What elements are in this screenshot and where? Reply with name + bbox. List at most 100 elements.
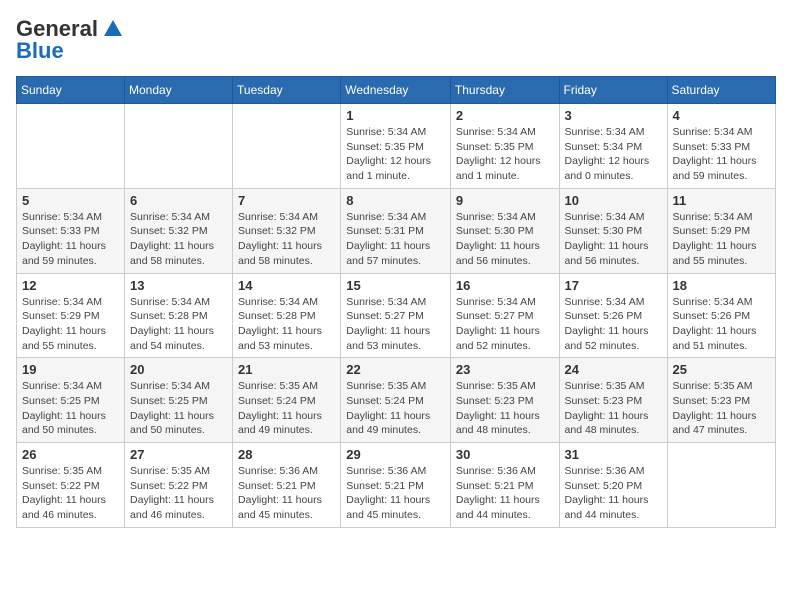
day-number: 19 (22, 362, 119, 377)
day-info: Sunrise: 5:35 AM Sunset: 5:23 PM Dayligh… (456, 379, 554, 438)
calendar-cell: 27 Sunrise: 5:35 AM Sunset: 5:22 PM Dayli… (125, 443, 233, 528)
calendar-cell: 12 Sunrise: 5:34 AM Sunset: 5:29 PM Dayli… (17, 273, 125, 358)
day-number: 28 (238, 447, 335, 462)
calendar-table: SundayMondayTuesdayWednesdayThursdayFrid… (16, 76, 776, 528)
day-number: 26 (22, 447, 119, 462)
day-info: Sunrise: 5:36 AM Sunset: 5:21 PM Dayligh… (238, 464, 335, 523)
calendar-cell: 16 Sunrise: 5:34 AM Sunset: 5:27 PM Dayli… (450, 273, 559, 358)
calendar-weekday-header: Thursday (450, 77, 559, 104)
day-number: 16 (456, 278, 554, 293)
day-number: 25 (673, 362, 770, 377)
day-number: 31 (565, 447, 662, 462)
day-info: Sunrise: 5:34 AM Sunset: 5:27 PM Dayligh… (346, 295, 445, 354)
calendar-cell: 5 Sunrise: 5:34 AM Sunset: 5:33 PM Daylig… (17, 188, 125, 273)
day-info: Sunrise: 5:34 AM Sunset: 5:29 PM Dayligh… (22, 295, 119, 354)
day-number: 17 (565, 278, 662, 293)
calendar-cell: 18 Sunrise: 5:34 AM Sunset: 5:26 PM Dayli… (667, 273, 775, 358)
day-number: 1 (346, 108, 445, 123)
calendar-cell: 14Sunrise: 5:34 AM Sunset: 5:28 PM Dayli… (233, 273, 341, 358)
day-number: 30 (456, 447, 554, 462)
day-info: Sunrise: 5:35 AM Sunset: 5:23 PM Dayligh… (565, 379, 662, 438)
day-info: Sunrise: 5:36 AM Sunset: 5:20 PM Dayligh… (565, 464, 662, 523)
day-info: Sunrise: 5:34 AM Sunset: 5:33 PM Dayligh… (22, 210, 119, 269)
day-info: Sunrise: 5:35 AM Sunset: 5:24 PM Dayligh… (238, 379, 335, 438)
day-number: 20 (130, 362, 227, 377)
calendar-cell: 25 Sunrise: 5:35 AM Sunset: 5:23 PM Dayli… (667, 358, 775, 443)
day-number: 29 (346, 447, 445, 462)
calendar-week-row: 1 Sunrise: 5:34 AM Sunset: 5:35 PM Daylig… (17, 104, 776, 189)
day-number: 3 (565, 108, 662, 123)
calendar-cell: 13 Sunrise: 5:34 AM Sunset: 5:28 PM Dayli… (125, 273, 233, 358)
day-info: Sunrise: 5:34 AM Sunset: 5:35 PM Dayligh… (346, 125, 445, 184)
calendar-weekday-header: Friday (559, 77, 667, 104)
calendar-cell: 21 Sunrise: 5:35 AM Sunset: 5:24 PM Dayli… (233, 358, 341, 443)
day-number: 14 (238, 278, 335, 293)
day-info: Sunrise: 5:34 AM Sunset: 5:30 PM Dayligh… (565, 210, 662, 269)
day-info: Sunrise: 5:34 AM Sunset: 5:29 PM Dayligh… (673, 210, 770, 269)
day-number: 8 (346, 193, 445, 208)
calendar-weekday-header: Saturday (667, 77, 775, 104)
calendar-header-row: SundayMondayTuesdayWednesdayThursdayFrid… (17, 77, 776, 104)
day-number: 4 (673, 108, 770, 123)
logo: General Blue (16, 16, 124, 64)
calendar-cell: 11 Sunrise: 5:34 AM Sunset: 5:29 PM Dayli… (667, 188, 775, 273)
calendar-cell: 24 Sunrise: 5:35 AM Sunset: 5:23 PM Dayli… (559, 358, 667, 443)
calendar-cell: 2 Sunrise: 5:34 AM Sunset: 5:35 PM Daylig… (450, 104, 559, 189)
logo-icon (102, 18, 124, 40)
calendar-week-row: 26 Sunrise: 5:35 AM Sunset: 5:22 PM Dayli… (17, 443, 776, 528)
calendar-cell: 6 Sunrise: 5:34 AM Sunset: 5:32 PM Daylig… (125, 188, 233, 273)
calendar-week-row: 5 Sunrise: 5:34 AM Sunset: 5:33 PM Daylig… (17, 188, 776, 273)
day-number: 12 (22, 278, 119, 293)
calendar-cell: 19 Sunrise: 5:34 AM Sunset: 5:25 PM Dayli… (17, 358, 125, 443)
day-number: 24 (565, 362, 662, 377)
day-number: 23 (456, 362, 554, 377)
day-number: 22 (346, 362, 445, 377)
day-info: Sunrise: 5:36 AM Sunset: 5:21 PM Dayligh… (346, 464, 445, 523)
day-info: Sunrise: 5:36 AM Sunset: 5:21 PM Dayligh… (456, 464, 554, 523)
day-number: 27 (130, 447, 227, 462)
calendar-cell: 4 Sunrise: 5:34 AM Sunset: 5:33 PM Daylig… (667, 104, 775, 189)
day-number: 11 (673, 193, 770, 208)
day-number: 5 (22, 193, 119, 208)
day-info: Sunrise: 5:35 AM Sunset: 5:23 PM Dayligh… (673, 379, 770, 438)
day-info: Sunrise: 5:34 AM Sunset: 5:35 PM Dayligh… (456, 125, 554, 184)
day-info: Sunrise: 5:34 AM Sunset: 5:27 PM Dayligh… (456, 295, 554, 354)
day-info: Sunrise: 5:34 AM Sunset: 5:34 PM Dayligh… (565, 125, 662, 184)
day-info: Sunrise: 5:34 AM Sunset: 5:30 PM Dayligh… (456, 210, 554, 269)
day-number: 15 (346, 278, 445, 293)
calendar-cell: 30 Sunrise: 5:36 AM Sunset: 5:21 PM Dayli… (450, 443, 559, 528)
calendar-weekday-header: Tuesday (233, 77, 341, 104)
calendar-cell (233, 104, 341, 189)
day-number: 21 (238, 362, 335, 377)
day-info: Sunrise: 5:34 AM Sunset: 5:25 PM Dayligh… (130, 379, 227, 438)
calendar-cell (667, 443, 775, 528)
day-number: 18 (673, 278, 770, 293)
calendar-cell: 29 Sunrise: 5:36 AM Sunset: 5:21 PM Dayli… (341, 443, 451, 528)
day-info: Sunrise: 5:34 AM Sunset: 5:33 PM Dayligh… (673, 125, 770, 184)
calendar-weekday-header: Wednesday (341, 77, 451, 104)
logo-blue-text: Blue (16, 38, 64, 64)
calendar-week-row: 19 Sunrise: 5:34 AM Sunset: 5:25 PM Dayli… (17, 358, 776, 443)
calendar-cell (125, 104, 233, 189)
calendar-weekday-header: Monday (125, 77, 233, 104)
day-info: Sunrise: 5:34 AM Sunset: 5:26 PM Dayligh… (565, 295, 662, 354)
day-info: Sunrise: 5:34 AM Sunset: 5:32 PM Dayligh… (130, 210, 227, 269)
day-info: Sunrise: 5:34 AM Sunset: 5:25 PM Dayligh… (22, 379, 119, 438)
day-info: Sunrise: 5:35 AM Sunset: 5:22 PM Dayligh… (22, 464, 119, 523)
day-info: Sunrise: 5:35 AM Sunset: 5:22 PM Dayligh… (130, 464, 227, 523)
day-number: 10 (565, 193, 662, 208)
day-number: 9 (456, 193, 554, 208)
calendar-cell: 10 Sunrise: 5:34 AM Sunset: 5:30 PM Dayli… (559, 188, 667, 273)
calendar-weekday-header: Sunday (17, 77, 125, 104)
day-info: Sunrise: 5:34 AM Sunset: 5:32 PM Dayligh… (238, 210, 335, 269)
day-info: Sunrise: 5:34 AM Sunset: 5:28 PM Dayligh… (130, 295, 227, 354)
day-number: 13 (130, 278, 227, 293)
calendar-cell: 1 Sunrise: 5:34 AM Sunset: 5:35 PM Daylig… (341, 104, 451, 189)
day-number: 2 (456, 108, 554, 123)
calendar-cell (17, 104, 125, 189)
calendar-cell: 28 Sunrise: 5:36 AM Sunset: 5:21 PM Dayli… (233, 443, 341, 528)
day-number: 7 (238, 193, 335, 208)
day-info: Sunrise: 5:34 AM Sunset: 5:26 PM Dayligh… (673, 295, 770, 354)
calendar-cell: 17 Sunrise: 5:34 AM Sunset: 5:26 PM Dayli… (559, 273, 667, 358)
day-number: 6 (130, 193, 227, 208)
